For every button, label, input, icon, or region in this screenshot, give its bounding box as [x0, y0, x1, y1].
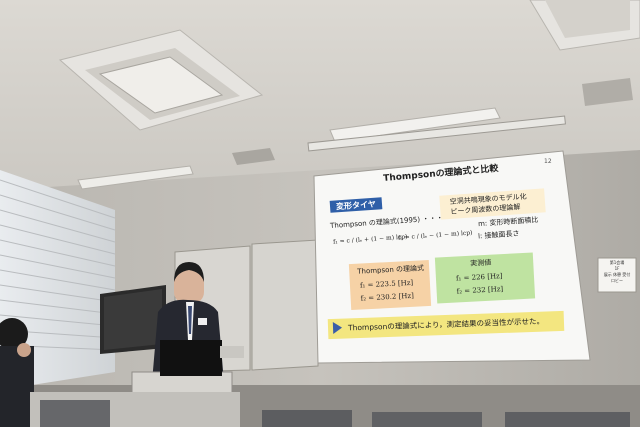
lecture-room-scene — [0, 0, 640, 427]
chair — [372, 412, 482, 427]
chair — [262, 410, 352, 427]
chair — [505, 412, 630, 427]
whiteboard — [251, 239, 319, 371]
chair — [40, 400, 110, 427]
wall-sign-line: ロビー — [611, 278, 623, 283]
wall-sign-text: 第1会場 1F 展示 休憩 受付 ロビー — [600, 260, 634, 284]
name-badge — [198, 318, 207, 325]
projector-screen — [313, 150, 591, 364]
